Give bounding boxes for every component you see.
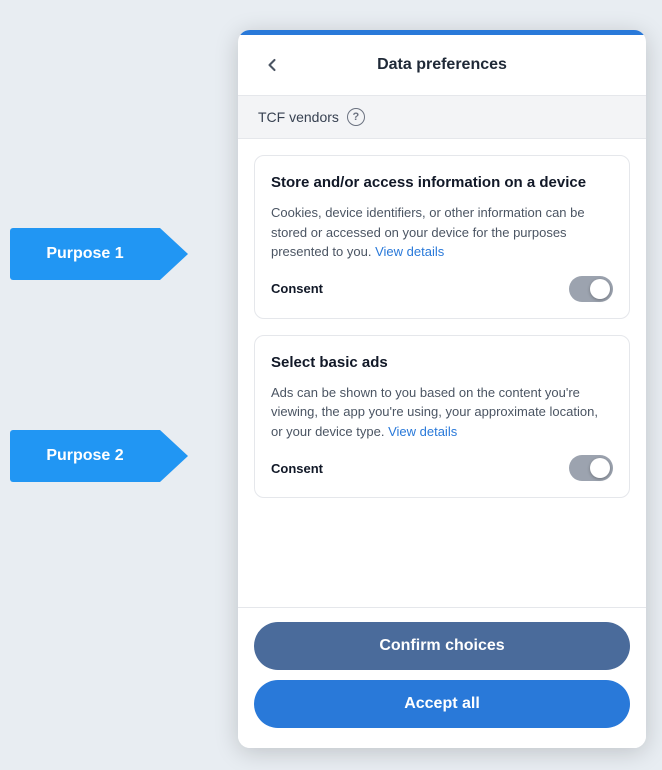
modal: Data preferences TCF vendors ? Store and… [238,30,646,748]
modal-title: Data preferences [286,56,598,74]
modal-header: Data preferences [238,35,646,96]
purpose-2-view-details[interactable]: View details [388,424,457,439]
purpose-2-card: Select basic ads Ads can be shown to you… [254,335,630,499]
purpose-1-toggle-track [569,276,613,302]
tcf-vendors-label: TCF vendors [258,109,339,125]
purpose-1-title: Store and/or access information on a dev… [271,172,613,193]
accept-all-button[interactable]: Accept all [254,680,630,728]
purpose-2-toggle-track [569,455,613,481]
purpose-2-description: Ads can be shown to you based on the con… [271,383,613,442]
purpose-2-toggle-thumb [590,458,610,478]
tcf-vendors-help-icon[interactable]: ? [347,108,365,126]
purpose-2-title: Select basic ads [271,352,613,373]
purpose-2-toggle[interactable] [569,455,613,481]
purpose-1-toggle-thumb [590,279,610,299]
purpose-1-consent-row: Consent [271,276,613,302]
modal-body[interactable]: TCF vendors ? Store and/or access inform… [238,96,646,607]
back-button[interactable] [258,51,286,79]
purpose-1-consent-label: Consent [271,281,323,296]
confirm-choices-button[interactable]: Confirm choices [254,622,630,670]
modal-footer: Confirm choices Accept all [238,607,646,748]
purpose-1-description: Cookies, device identifiers, or other in… [271,203,613,262]
purpose-2-arrow-label: Purpose 2 [46,447,123,465]
purpose-1-toggle[interactable] [569,276,613,302]
purpose-2-arrow: Purpose 2 [10,430,160,482]
purpose-1-arrow: Purpose 1 [10,228,160,280]
tcf-vendors-section: TCF vendors ? [238,96,646,139]
scroll-spacer [238,514,646,544]
purpose-2-consent-label: Consent [271,461,323,476]
purpose-1-view-details[interactable]: View details [375,244,444,259]
purpose-1-arrow-label: Purpose 1 [46,245,123,263]
purpose-1-card: Store and/or access information on a dev… [254,155,630,319]
purpose-2-consent-row: Consent [271,455,613,481]
